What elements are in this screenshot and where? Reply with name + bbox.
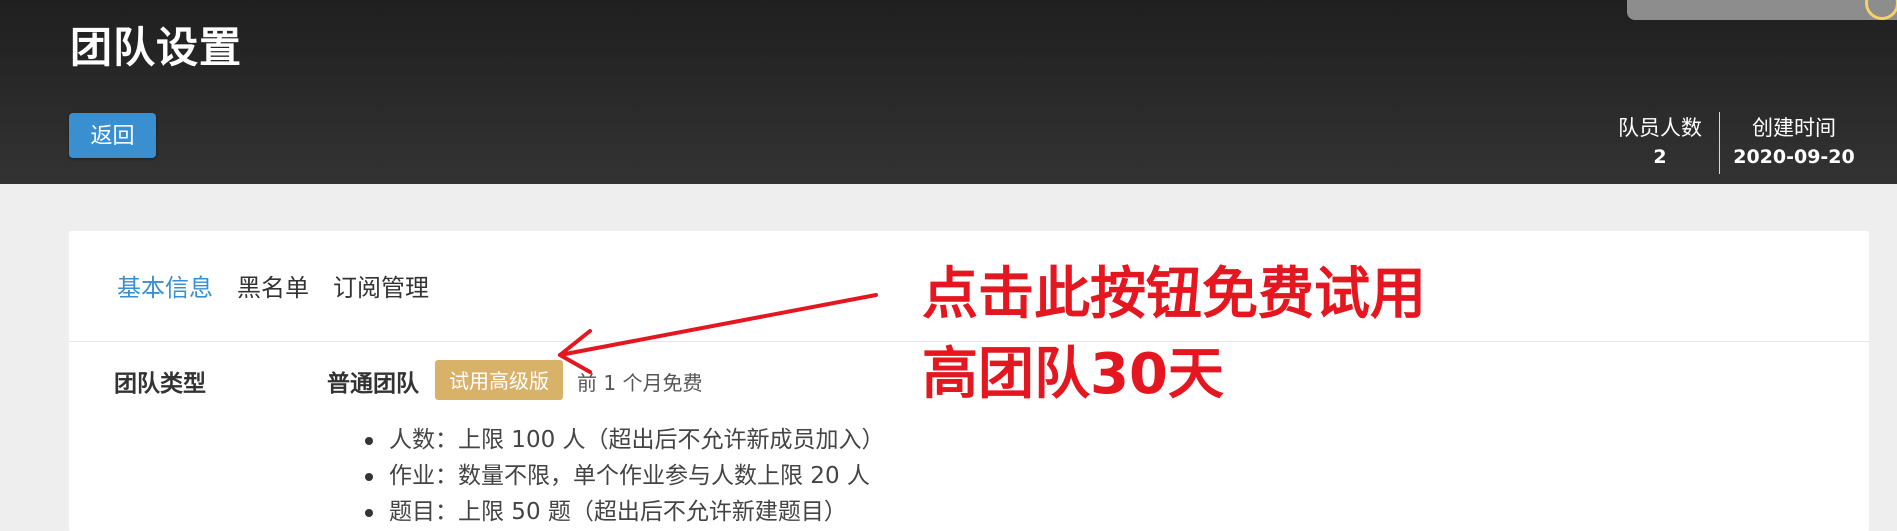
annotation-line-1: 点击此按钮免费试用 [922,262,1426,327]
annotation-line-2: 高团队30天 [922,342,1224,407]
annotation-text: 点击此按钮免费试用 高团队30天 [922,255,1426,415]
